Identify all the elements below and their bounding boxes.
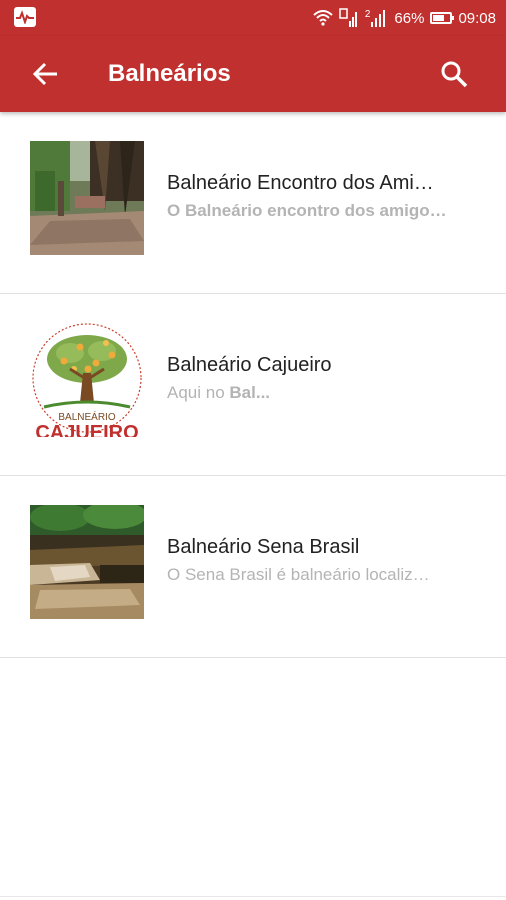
search-icon <box>441 61 468 88</box>
bottom-divider <box>0 896 506 897</box>
item-subtitle: Aqui no Bal... <box>167 383 467 403</box>
list-item[interactable]: Balneário Sena Brasil O Sena Brasil é ba… <box>0 476 506 658</box>
signal-1-icon <box>339 8 357 27</box>
clock: 09:08 <box>458 9 496 27</box>
item-title: Balneário Cajueiro <box>167 354 332 376</box>
item-title: Balneário Sena Brasil <box>167 536 360 558</box>
arrow-back-icon <box>33 62 57 86</box>
signal-2-icon <box>371 10 386 27</box>
forest-path-photo <box>30 141 144 255</box>
battery-icon <box>430 12 455 24</box>
list-item[interactable]: Balneário Encontro dos Ami… O Balneário … <box>0 112 506 294</box>
wifi-icon <box>313 10 333 26</box>
item-subtitle: O Balneário encontro dos amigo… <box>167 201 447 220</box>
search-button[interactable] <box>430 50 478 98</box>
battery-percent: 66% <box>394 9 425 27</box>
item-subtitle-plain: Aqui no <box>167 383 230 402</box>
item-subtitle: O Sena Brasil é balneário localiz… <box>167 565 430 584</box>
balneario-list: Balneário Encontro dos Ami… O Balneário … <box>0 112 506 658</box>
status-bar: 2 66% 09:08 <box>0 0 506 36</box>
screen: 2 66% 09:08 Balneários Balneário Encontr… <box>0 0 506 900</box>
item-subtitle-bold: Bal... <box>229 383 271 402</box>
list-item[interactable]: BALNEÁRIO CAJUEIRO Balneário Cajueiro Aq… <box>0 294 506 476</box>
status-right-group: 2 66% 09:08 <box>313 0 496 36</box>
cashew-tree-logo: BALNEÁRIO CAJUEIRO <box>30 323 144 437</box>
item-title: Balneário Encontro dos Ami… <box>167 172 434 194</box>
river-waterfall-photo <box>30 505 144 619</box>
activity-monitor-icon <box>14 7 36 27</box>
back-button[interactable] <box>22 50 70 98</box>
page-title: Balneários <box>108 60 231 87</box>
logo-text-bottom: CAJUEIRO <box>35 422 138 437</box>
app-bar: Balneários <box>0 36 506 112</box>
